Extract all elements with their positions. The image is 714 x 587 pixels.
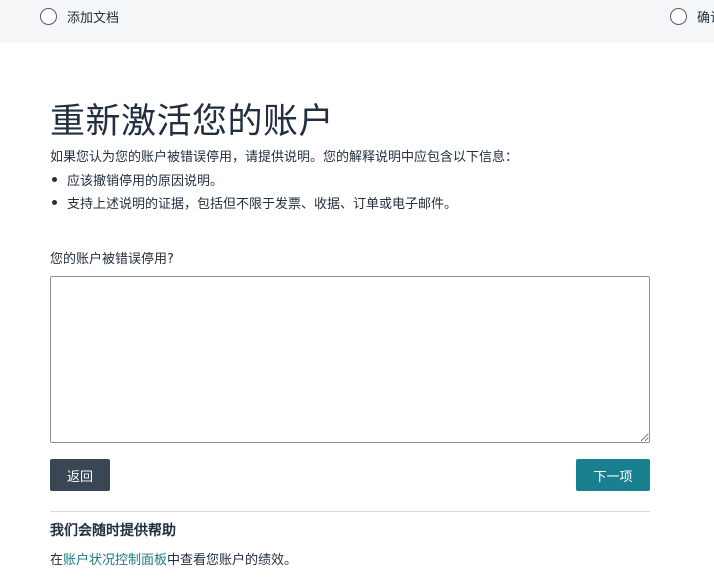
list-item-text: 应该撤销停用的原因说明。 xyxy=(67,174,224,189)
account-health-dashboard-link[interactable]: 账户状况控制面板 xyxy=(63,553,167,568)
bullet-icon xyxy=(52,200,57,205)
help-text-prefix: 在 xyxy=(50,553,64,568)
list-item: 支持上述说明的证据，包括但不限于发票、收据、订单或电子邮件。 xyxy=(50,191,457,214)
step-radio-icon xyxy=(40,7,57,25)
requirements-list: 应该撤销停用的原因说明。 支持上述说明的证据，包括但不限于发票、收据、订单或电子… xyxy=(50,168,457,214)
help-heading: 我们会随时提供帮助 xyxy=(50,523,176,539)
step-add-documents[interactable]: 添加文档 xyxy=(40,6,119,26)
next-button[interactable]: 下一项 xyxy=(576,459,650,491)
intro-text: 如果您认为您的账户被错误停用，请提供说明。您的解释说明中应包含以下信息： xyxy=(50,150,519,165)
step-label: 添加文档 xyxy=(67,10,120,26)
step-confirm[interactable]: 确认 xyxy=(670,6,714,26)
step-label: 确认 xyxy=(697,10,714,26)
explanation-label: 您的账户被错误停用? xyxy=(50,252,174,267)
list-item-text: 支持上述说明的证据，包括但不限于发票、收据、订单或电子邮件。 xyxy=(67,197,458,212)
page-title: 重新激活您的账户 xyxy=(50,102,335,142)
help-text: 在账户状况控制面板中查看您账户的绩效。 xyxy=(50,549,297,568)
explanation-textarea[interactable] xyxy=(50,276,650,443)
bullet-icon xyxy=(52,177,57,182)
divider xyxy=(50,511,650,512)
list-item: 应该撤销停用的原因说明。 xyxy=(50,168,457,191)
progress-stepper: 添加文档 确认 xyxy=(0,0,714,43)
back-button[interactable]: 返回 xyxy=(50,459,110,491)
help-text-suffix: 中查看您账户的绩效。 xyxy=(167,553,298,568)
step-radio-icon xyxy=(670,7,687,25)
